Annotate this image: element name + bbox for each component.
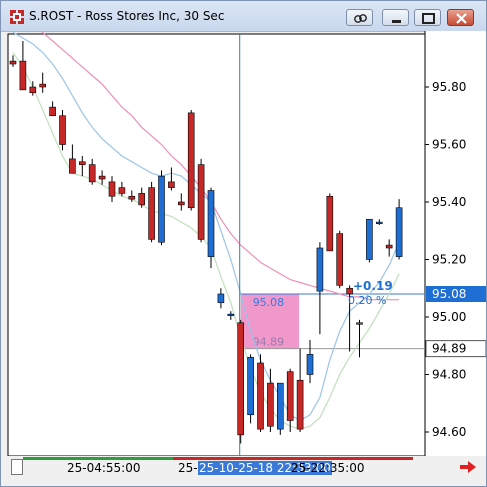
candle-body	[49, 106, 56, 117]
candle-body	[158, 175, 165, 243]
candle-body	[88, 164, 96, 183]
candle-body	[385, 244, 393, 249]
candle-body	[237, 322, 244, 436]
candle-body	[217, 293, 225, 303]
y-tick-label: 95.60	[432, 138, 466, 152]
candle-body	[128, 195, 136, 200]
change-label: +0.19	[353, 279, 393, 293]
price-chart[interactable]: 95.80 95.60 95.40 95.20 95.00 94.80 94.60 95.08…	[1, 31, 486, 456]
candle-body	[69, 158, 76, 174]
candle-body	[366, 218, 373, 260]
candle-body	[336, 233, 344, 286]
maximize-button[interactable]	[414, 9, 441, 26]
change-pct-label: 0.20 %	[348, 294, 386, 307]
candle-body	[316, 247, 324, 292]
candle-body	[79, 161, 86, 165]
candle-body	[296, 379, 304, 430]
x-tick-label: 25-04:55:00	[67, 461, 141, 475]
link-icon	[354, 14, 367, 23]
candle-body	[29, 86, 37, 94]
chart-window: S.ROST - Ross Stores Inc, 30 Sec 95.80 95…	[0, 0, 487, 487]
x-tick-label-prefix: 25-	[178, 461, 198, 475]
candle-body	[276, 382, 284, 430]
cursor-price-tag-label: 94.89	[432, 342, 466, 356]
candle-body	[178, 201, 185, 206]
app-logo-icon	[10, 10, 24, 24]
link-button[interactable]	[346, 9, 373, 26]
close-button[interactable]	[447, 9, 474, 26]
candle-body	[187, 112, 195, 209]
candle-body	[9, 60, 17, 65]
candle-body	[207, 190, 215, 257]
last-price-tag-label: 95.08	[432, 287, 466, 301]
price-axis-area	[425, 31, 486, 456]
y-tick-label: 94.80	[432, 368, 466, 382]
candle-body	[39, 83, 47, 88]
candle-body	[138, 193, 145, 206]
candle-body	[118, 187, 126, 194]
candle-body	[108, 181, 116, 197]
session-bar-green	[23, 457, 173, 460]
box-label-bottom: 94.89	[253, 336, 285, 349]
candle-body	[247, 356, 254, 416]
candle-body	[227, 313, 235, 316]
window-title: S.ROST - Ross Stores Inc, 30 Sec	[29, 9, 225, 23]
candle-body	[395, 207, 403, 257]
title-bar[interactable]: S.ROST - Ross Stores Inc, 30 Sec	[1, 1, 486, 32]
y-tick-label: 95.20	[432, 253, 466, 267]
y-tick-label: 95.00	[432, 310, 466, 324]
candle-body	[267, 382, 274, 427]
candle-body	[375, 221, 383, 224]
candle-body	[148, 187, 155, 240]
y-tick-label: 94.60	[432, 425, 466, 439]
y-tick-label: 95.40	[432, 195, 466, 209]
minimize-icon	[392, 20, 401, 23]
scroll-right-arrow-icon[interactable]	[459, 460, 477, 474]
maximize-icon	[422, 13, 435, 24]
candle-body	[19, 60, 27, 91]
candle-body	[257, 362, 264, 430]
scroll-start-box[interactable]	[11, 459, 23, 475]
box-label-top: 95.08	[253, 296, 285, 309]
close-icon	[456, 13, 467, 24]
candle-body	[356, 322, 363, 325]
candle-body	[197, 164, 205, 240]
candle-body	[326, 195, 334, 252]
y-tick-label: 95.80	[432, 80, 466, 94]
minimize-button[interactable]	[382, 9, 409, 26]
candle-body	[98, 175, 106, 180]
candle-body	[59, 115, 66, 145]
session-bar-red	[173, 457, 413, 460]
candle-body	[306, 354, 314, 375]
x-tick-label: 25-22:35:00	[291, 461, 365, 475]
plot-area	[7, 33, 426, 456]
candle-body	[286, 371, 294, 421]
candle-body	[168, 181, 175, 188]
